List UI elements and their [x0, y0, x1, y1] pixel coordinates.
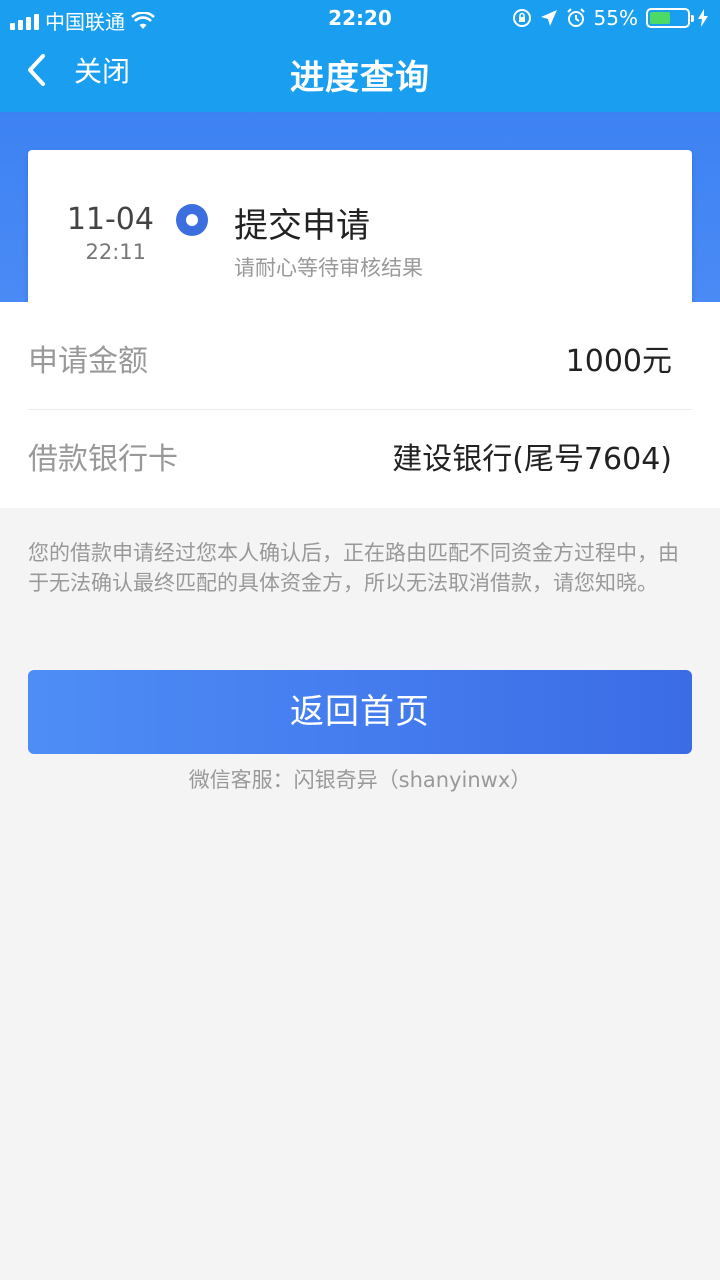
battery-icon: [646, 8, 694, 28]
progress-step-dot-icon: [176, 204, 208, 236]
loan-info-section: 申请金额 1000元 借款银行卡 建设银行(尾号7604): [0, 302, 720, 508]
status-right: 55%: [512, 6, 708, 30]
amount-label: 申请金额: [28, 344, 148, 379]
battery-percent: 55%: [593, 6, 638, 30]
location-icon: [540, 10, 557, 26]
bank-card-row: 借款银行卡 建设银行(尾号7604): [28, 412, 692, 508]
progress-time: 22:11: [85, 240, 146, 264]
app-header: 中国联通 22:20 55% 关闭 进度查询: [0, 0, 720, 112]
status-bar: 中国联通 22:20 55%: [0, 0, 720, 36]
battery-fill: [650, 12, 670, 24]
return-home-button[interactable]: 返回首页: [28, 670, 692, 754]
amount-value: 1000元: [565, 344, 672, 379]
progress-card: 11-04 22:11 提交申请 请耐心等待审核结果: [28, 150, 692, 326]
page-title: 进度查询: [290, 58, 430, 98]
notice-text: 您的借款申请经过您本人确认后，正在路由匹配不同资金方过程中，由于无法确认最终匹配…: [28, 541, 679, 595]
progress-date: 11-04: [66, 202, 154, 237]
progress-step-title: 提交申请: [234, 206, 370, 246]
wechat-service-text: 微信客服：闪银奇异（shanyinwx）: [188, 768, 532, 792]
nav-bar: 关闭 进度查询: [0, 36, 720, 112]
bank-card-value: 建设银行(尾号7604): [392, 442, 672, 477]
bank-card-label: 借款银行卡: [28, 442, 178, 477]
orientation-lock-icon: [512, 9, 531, 27]
charging-icon: [698, 9, 708, 27]
progress-step-subtitle: 请耐心等待审核结果: [234, 256, 423, 280]
alarm-icon: [566, 8, 585, 27]
amount-row: 申请金额 1000元: [28, 314, 692, 410]
